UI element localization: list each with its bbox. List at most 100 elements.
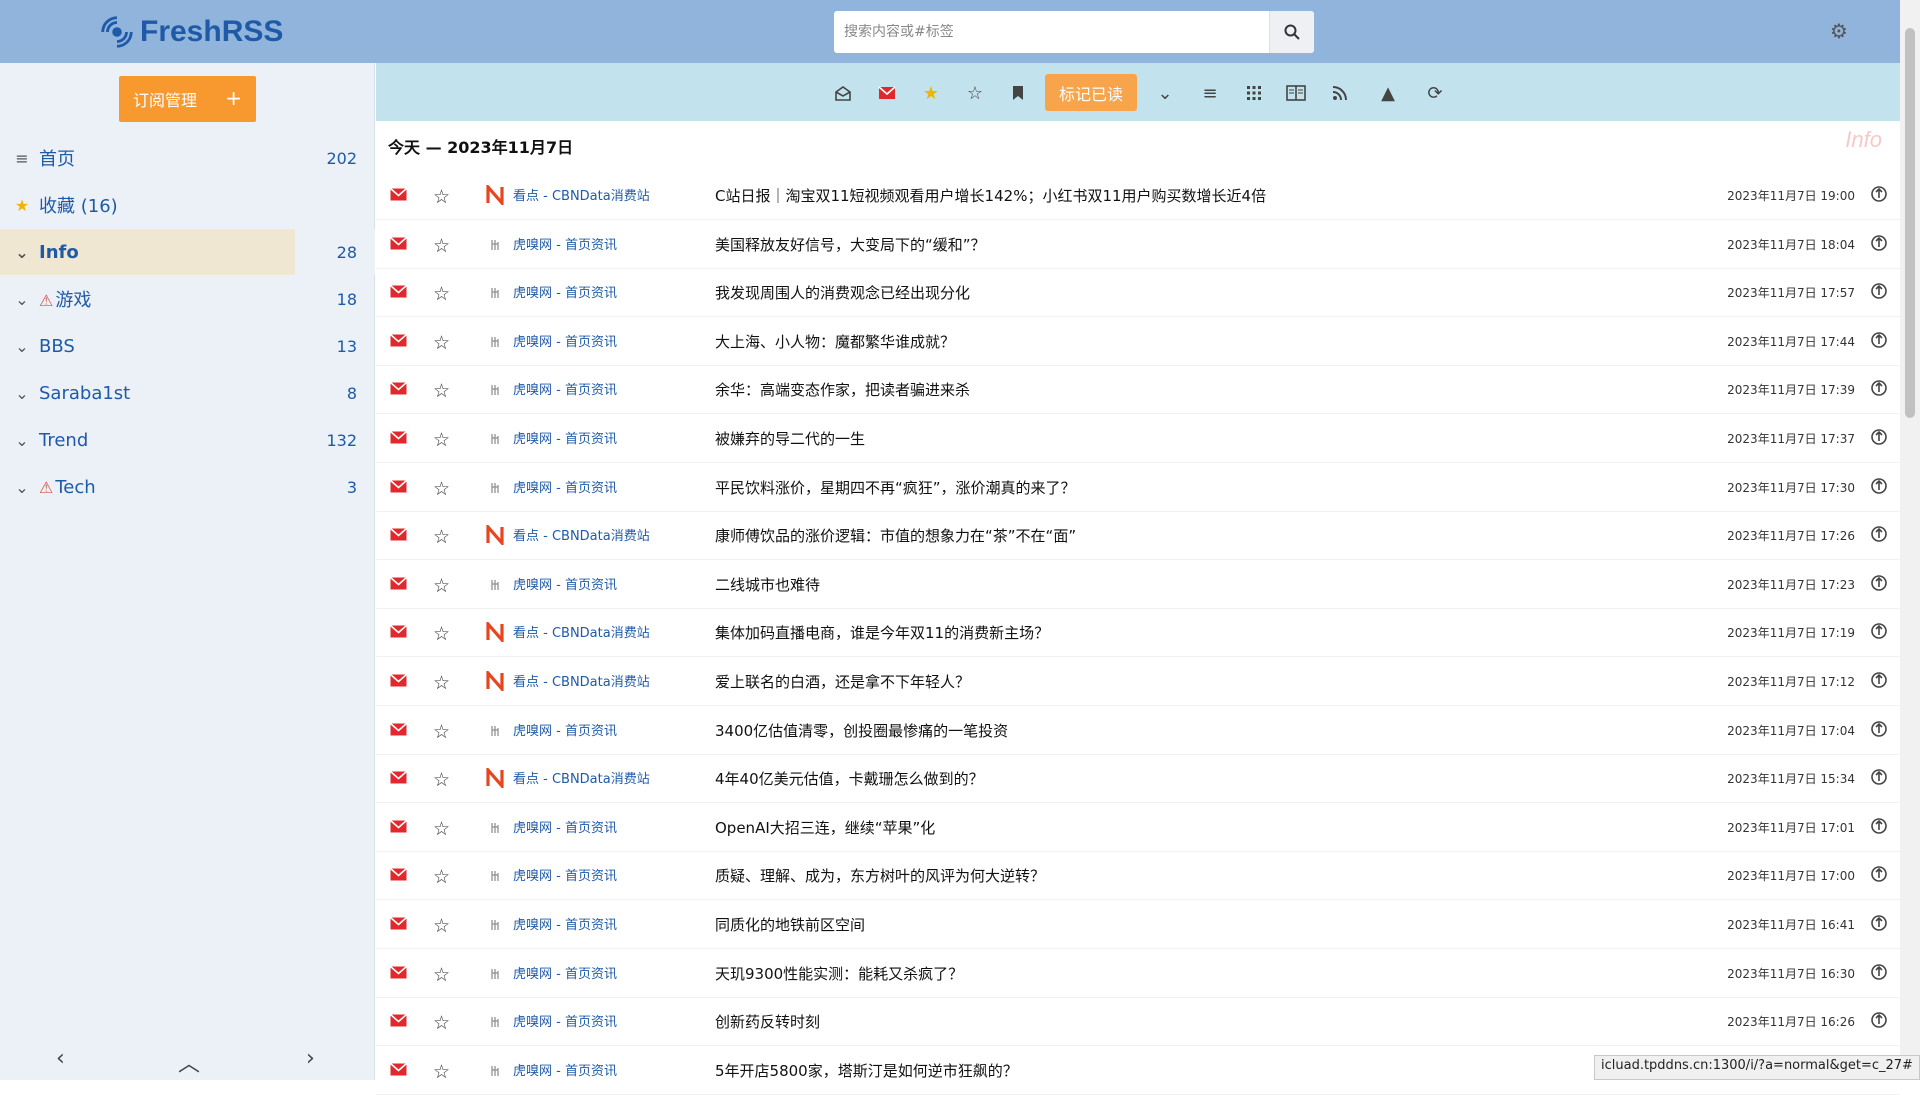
- feed-name-link[interactable]: 虎嗅网 - 首页资讯: [513, 428, 617, 447]
- sidebar-item-home[interactable]: ≡ 首页 202: [0, 135, 375, 181]
- article-title-link[interactable]: 余华：高端变态作家，把读者骗进来杀: [715, 379, 970, 400]
- feed-name-link[interactable]: 看点 - CBNData消费站: [513, 768, 650, 787]
- article-title-link[interactable]: 平民饮料涨价，星期四不再“疯狂”，涨价潮真的来了？: [715, 477, 1076, 498]
- sidebar-item-games[interactable]: ⌄ ⚠ 游戏 18: [0, 276, 375, 322]
- filter-starred-button[interactable]: ★: [919, 81, 943, 105]
- mark-unread-envelope-icon[interactable]: [389, 236, 408, 254]
- article-row[interactable]: ☆ 虎嗅网 - 首页资讯 平民饮料涨价，星期四不再“疯狂”，涨价潮真的来了？ 2023…: [376, 464, 1900, 512]
- star-outline-icon[interactable]: ☆: [433, 235, 450, 257]
- mark-unread-envelope-icon[interactable]: [389, 965, 408, 983]
- previous-feed-button[interactable]: ‹: [56, 1046, 65, 1071]
- star-outline-icon[interactable]: ☆: [433, 623, 450, 645]
- star-outline-icon[interactable]: ☆: [433, 429, 450, 451]
- article-title-link[interactable]: 美国释放友好信号，大变局下的“缓和”？: [715, 234, 986, 255]
- share-icon[interactable]: [1870, 914, 1890, 934]
- search-button[interactable]: [1269, 11, 1314, 53]
- feed-name-link[interactable]: 虎嗅网 - 首页资讯: [513, 282, 617, 301]
- app-logo[interactable]: FreshRSS: [98, 10, 283, 54]
- star-outline-icon[interactable]: ☆: [433, 866, 450, 888]
- share-icon[interactable]: [1870, 525, 1890, 545]
- share-icon[interactable]: [1870, 477, 1890, 497]
- article-row[interactable]: ☆ 虎嗅网 - 首页资讯 余华：高端变态作家，把读者骗进来杀 2023年11月7日 1…: [376, 366, 1900, 415]
- mark-unread-envelope-icon[interactable]: [389, 1062, 408, 1080]
- chevron-down-icon[interactable]: ⌄: [12, 478, 32, 497]
- article-title-link[interactable]: 天玑9300性能实测：能耗又杀疯了？: [715, 963, 963, 984]
- share-icon[interactable]: [1870, 234, 1890, 254]
- mark-unread-envelope-icon[interactable]: [389, 576, 408, 594]
- next-feed-button[interactable]: ›: [306, 1046, 315, 1071]
- article-title-link[interactable]: 5年开店5800家，塔斯汀是如何逆市狂飙的？: [715, 1060, 1018, 1081]
- article-row[interactable]: ☆ 看点 - CBNData消费站 集体加码直播电商，谁是今年双11的消费新主场？ 2…: [376, 609, 1900, 658]
- share-icon[interactable]: [1870, 622, 1890, 642]
- share-icon[interactable]: [1870, 768, 1890, 788]
- feed-name-link[interactable]: 看点 - CBNData消费站: [513, 671, 650, 690]
- article-row[interactable]: ☆ 虎嗅网 - 首页资讯 创新药反转时刻 2023年11月7日 16:26: [376, 998, 1900, 1047]
- star-outline-icon[interactable]: ☆: [433, 526, 450, 548]
- bookmark-button[interactable]: [1006, 81, 1030, 105]
- mark-as-read-button[interactable]: 标记已读: [1045, 74, 1137, 111]
- article-title-link[interactable]: 集体加码直播电商，谁是今年双11的消费新主场？: [715, 622, 1049, 643]
- article-title-link[interactable]: 二线城市也难待: [715, 574, 820, 595]
- mark-unread-envelope-icon[interactable]: [389, 430, 408, 448]
- view-reader-button[interactable]: [1284, 81, 1308, 105]
- feed-name-link[interactable]: 虎嗅网 - 首页资讯: [513, 574, 617, 593]
- share-icon[interactable]: [1870, 671, 1890, 691]
- chevron-down-icon[interactable]: ⌄: [12, 290, 32, 309]
- article-row[interactable]: ☆ 虎嗅网 - 首页资讯 质疑、理解、成为，东方树叶的风评为何大逆转？ 2023年11…: [376, 852, 1900, 901]
- scroll-top-button[interactable]: ︿: [178, 1046, 200, 1078]
- feed-name-link[interactable]: 虎嗅网 - 首页资讯: [513, 817, 617, 836]
- feed-name-link[interactable]: 虎嗅网 - 首页资讯: [513, 720, 617, 739]
- mark-unread-envelope-icon[interactable]: [389, 868, 408, 885]
- article-row[interactable]: ☆ 看点 - CBNData消费站 C站日报｜淘宝双11短视频观看用户增长142%；…: [376, 172, 1900, 220]
- view-grid-button[interactable]: [1242, 81, 1266, 105]
- subscription-management-button[interactable]: 订阅管理 +: [119, 76, 256, 122]
- feed-name-link[interactable]: 虎嗅网 - 首页资讯: [513, 1011, 617, 1030]
- mark-unread-envelope-icon[interactable]: [389, 819, 408, 837]
- star-outline-icon[interactable]: ☆: [433, 575, 450, 597]
- filter-unread-button[interactable]: [875, 81, 899, 105]
- article-title-link[interactable]: 同质化的地铁前区空间: [715, 914, 865, 935]
- share-icon[interactable]: [1870, 865, 1890, 885]
- search-input[interactable]: [834, 11, 1269, 53]
- mark-unread-envelope-icon[interactable]: [389, 673, 408, 691]
- chevron-down-icon[interactable]: ⌄: [12, 243, 32, 262]
- scrollbar-thumb[interactable]: [1905, 28, 1915, 418]
- star-outline-icon[interactable]: ☆: [433, 186, 450, 208]
- mark-unread-envelope-icon[interactable]: [389, 285, 408, 302]
- mark-unread-envelope-icon[interactable]: [389, 382, 408, 399]
- article-row[interactable]: ☆ 虎嗅网 - 首页资讯 被嫌弃的导二代的一生 2023年11月7日 17:37: [376, 415, 1900, 463]
- article-title-link[interactable]: 质疑、理解、成为，东方树叶的风评为何大逆转？: [715, 865, 1045, 886]
- chevron-down-icon[interactable]: ⌄: [12, 384, 32, 403]
- share-icon[interactable]: [1870, 574, 1890, 594]
- star-outline-icon[interactable]: ☆: [433, 769, 450, 791]
- view-normal-button[interactable]: ≡: [1198, 81, 1222, 105]
- star-outline-icon[interactable]: ☆: [433, 332, 450, 354]
- mark-read-dropdown[interactable]: ⌄: [1153, 81, 1177, 105]
- article-title-link[interactable]: 3400亿估值清零，创投圈最惨痛的一笔投资: [715, 720, 1008, 741]
- feed-name-link[interactable]: 虎嗅网 - 首页资讯: [513, 914, 617, 933]
- feed-name-link[interactable]: 虎嗅网 - 首页资讯: [513, 379, 617, 398]
- mark-unread-envelope-icon[interactable]: [389, 1014, 408, 1031]
- feed-name-link[interactable]: 看点 - CBNData消费站: [513, 525, 650, 544]
- chevron-down-icon[interactable]: ⌄: [12, 431, 32, 450]
- feed-name-link[interactable]: 虎嗅网 - 首页资讯: [513, 865, 617, 884]
- article-title-link[interactable]: 爱上联名的白酒，还是拿不下年轻人？: [715, 671, 970, 692]
- article-row[interactable]: ☆ 虎嗅网 - 首页资讯 美国释放友好信号，大变局下的“缓和”？ 2023年11月7日…: [376, 221, 1900, 269]
- share-icon[interactable]: [1870, 1011, 1890, 1031]
- refresh-button[interactable]: ⟳: [1423, 81, 1447, 105]
- sort-order-button[interactable]: ▲: [1376, 81, 1400, 105]
- feed-name-link[interactable]: 虎嗅网 - 首页资讯: [513, 1060, 617, 1079]
- star-outline-icon[interactable]: ☆: [433, 964, 450, 986]
- article-title-link[interactable]: 创新药反转时刻: [715, 1011, 820, 1032]
- star-outline-icon[interactable]: ☆: [433, 721, 450, 743]
- mark-unread-envelope-icon[interactable]: [389, 916, 408, 934]
- mark-unread-envelope-icon[interactable]: [389, 333, 408, 351]
- article-title-link[interactable]: 被嫌弃的导二代的一生: [715, 428, 865, 449]
- article-row[interactable]: ☆ 虎嗅网 - 首页资讯 天玑9300性能实测：能耗又杀疯了？ 2023年11月7日 …: [376, 950, 1900, 998]
- star-outline-icon[interactable]: ☆: [433, 818, 450, 840]
- article-row[interactable]: ☆ 虎嗅网 - 首页资讯 OpenAI大招三连，继续“苹果”化 2023年11月7日 …: [376, 804, 1900, 852]
- article-title-link[interactable]: 我发现周围人的消费观念已经出现分化: [715, 282, 970, 303]
- mark-unread-envelope-icon[interactable]: [389, 479, 408, 497]
- sidebar-item-tech[interactable]: ⌄ ⚠ Tech 3: [0, 464, 375, 510]
- share-icon[interactable]: [1870, 720, 1890, 740]
